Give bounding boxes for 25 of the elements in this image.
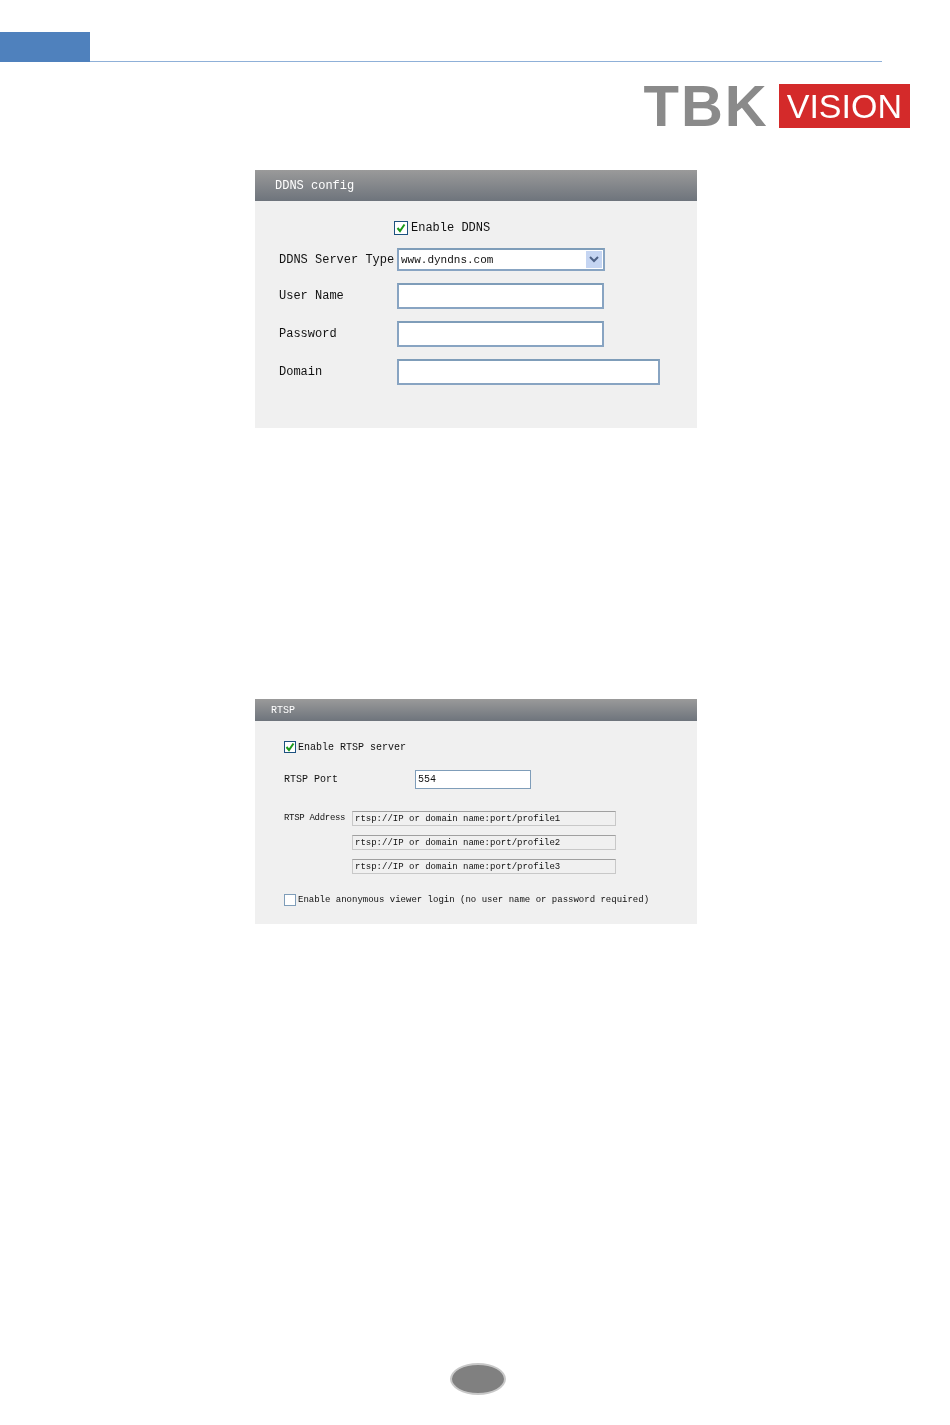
panel-title: RTSP bbox=[271, 704, 295, 716]
field-label: RTSP Port bbox=[284, 774, 339, 785]
input-field[interactable] bbox=[397, 283, 604, 309]
address-field: rtsp://IP or domain name:port/profile2 bbox=[352, 835, 616, 850]
panel-title: DDNS config bbox=[275, 178, 355, 193]
checkbox[interactable] bbox=[394, 221, 408, 235]
checkbox-label: Enable RTSP server bbox=[298, 741, 407, 753]
field-label: User Name bbox=[279, 289, 345, 303]
field-label: Domain bbox=[279, 365, 324, 379]
address-field: rtsp://IP or domain name:port/profile1 bbox=[352, 811, 616, 826]
logo: TBK VISION bbox=[643, 82, 910, 129]
checkbox-label: Enable DDNS bbox=[411, 221, 491, 235]
checkbox-label: Enable anonymous viewer login (no user name or password required) bbox=[298, 895, 650, 905]
input-field[interactable] bbox=[397, 321, 604, 347]
input-field[interactable] bbox=[397, 359, 660, 385]
page-number-oval bbox=[450, 1363, 506, 1395]
checkbox[interactable] bbox=[284, 741, 296, 753]
address-field: rtsp://IP or domain name:port/profile3 bbox=[352, 859, 616, 874]
field-label: RTSP Address bbox=[284, 812, 347, 825]
dropdown[interactable]: www.dyndns.com bbox=[397, 248, 605, 271]
input-field[interactable]: 554 bbox=[415, 770, 531, 789]
checkbox[interactable] bbox=[284, 894, 296, 906]
chevron-down-icon bbox=[586, 251, 602, 268]
field-label: DDNS Server Type bbox=[279, 252, 396, 267]
field-label: Password bbox=[279, 327, 338, 341]
